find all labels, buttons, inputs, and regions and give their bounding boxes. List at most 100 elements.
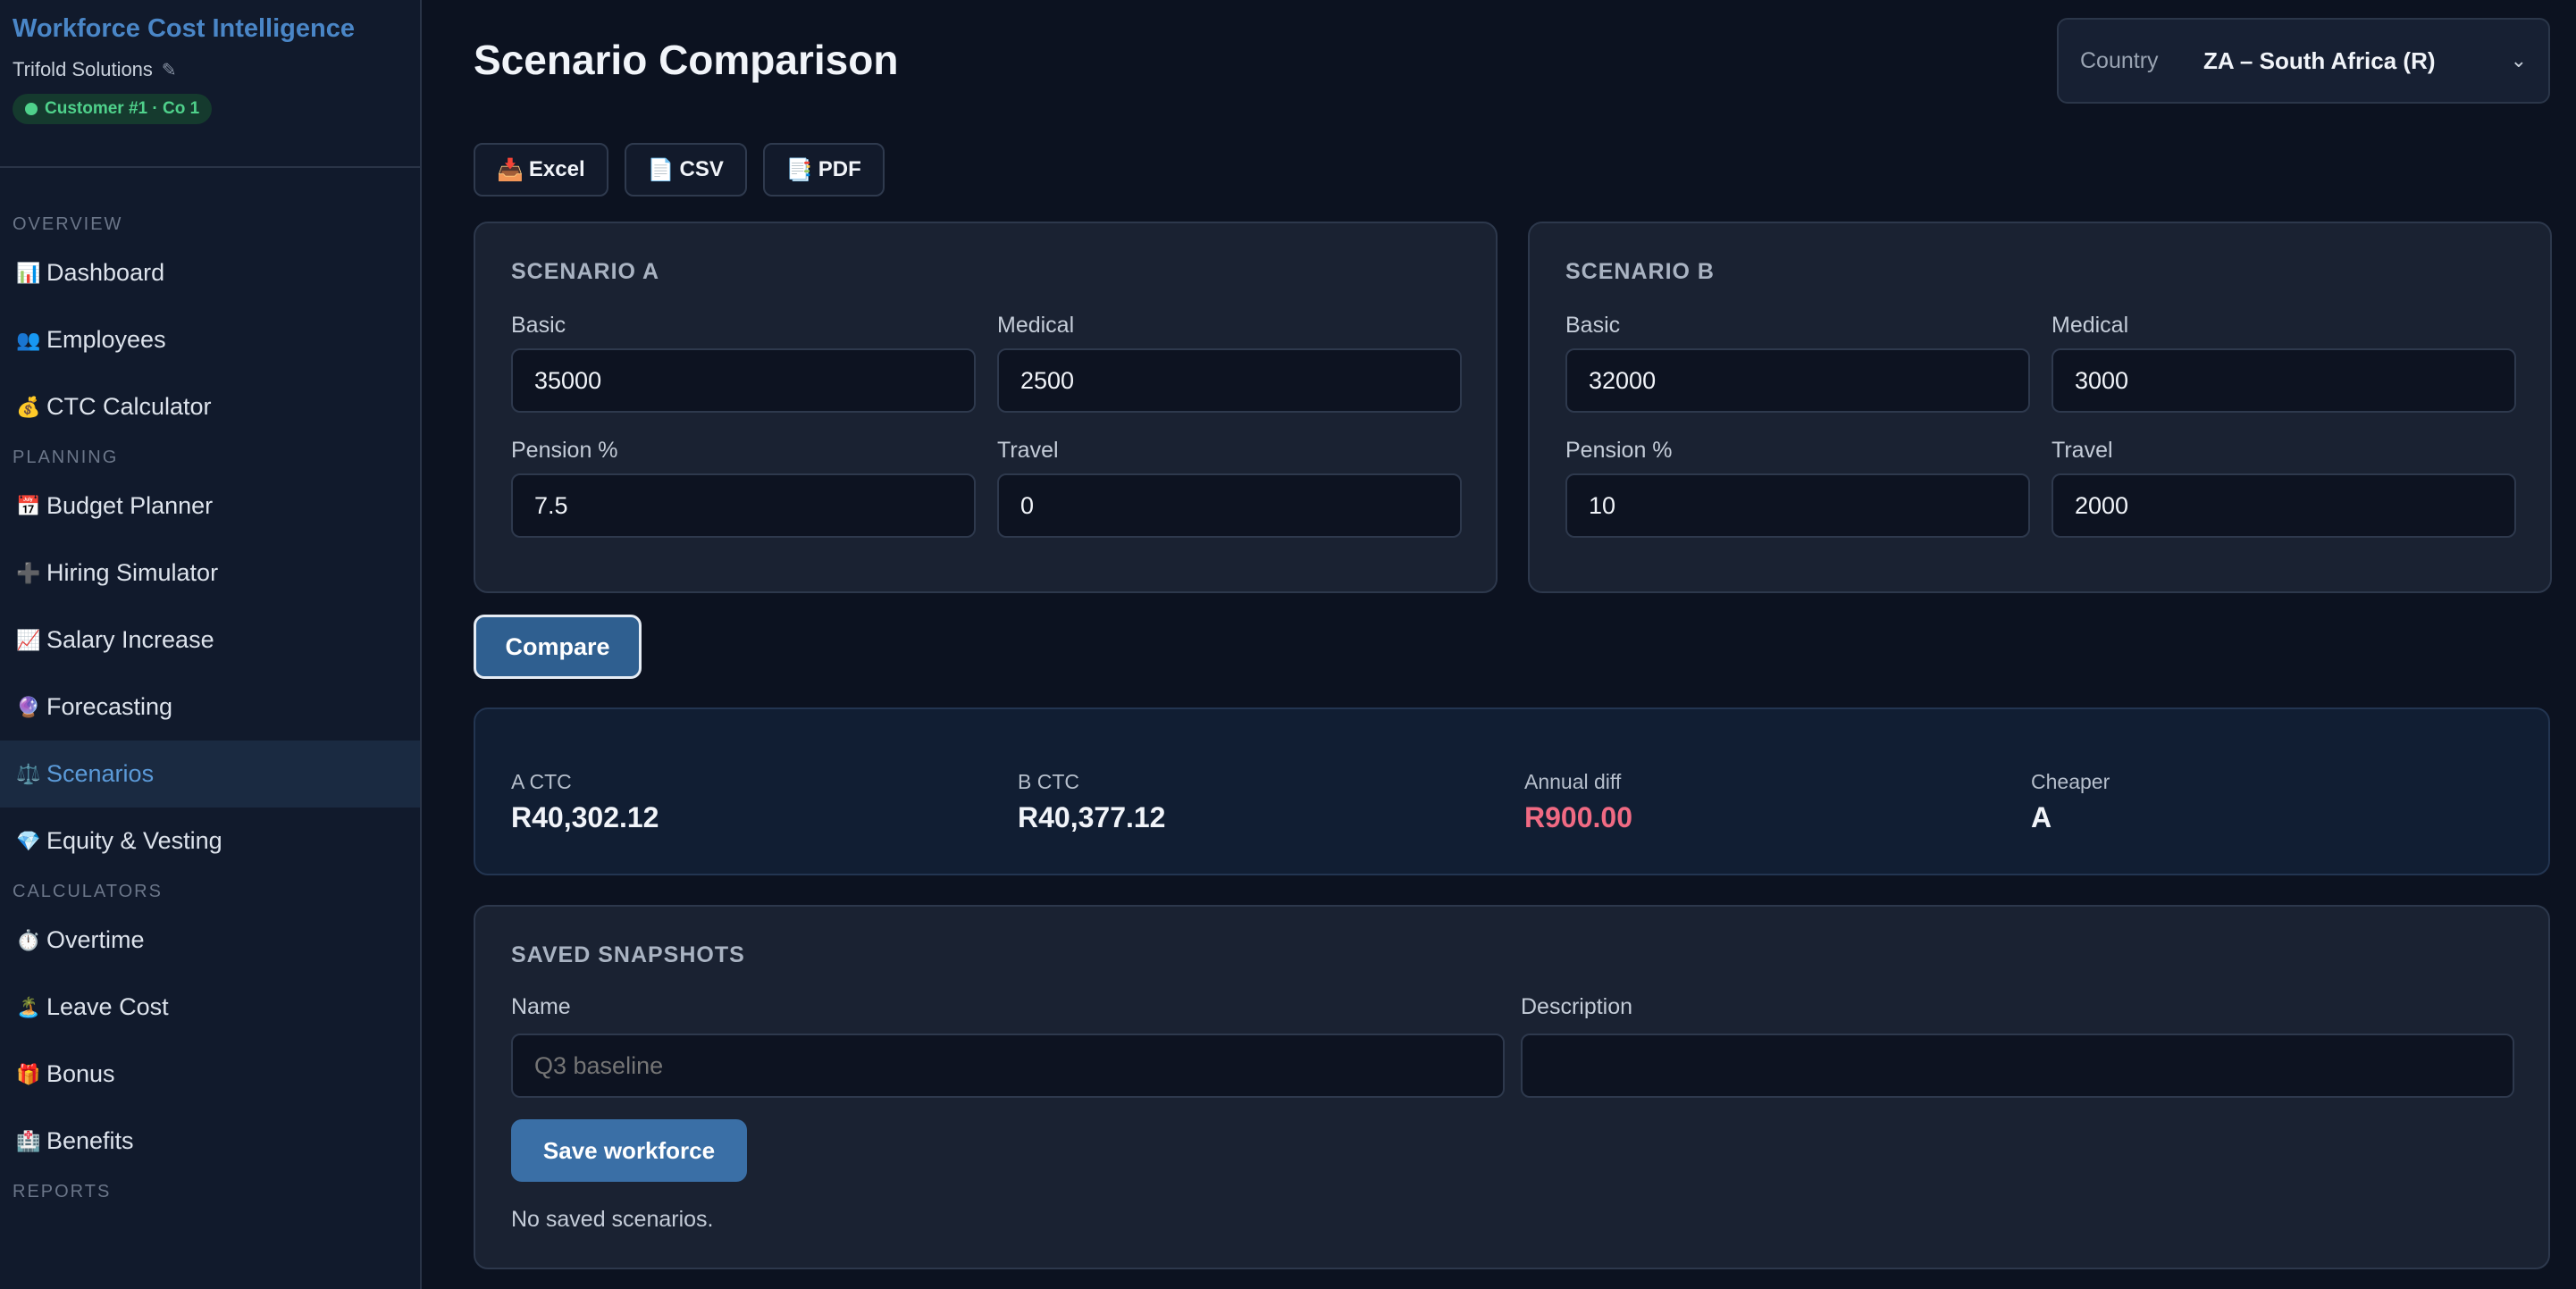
- plus-icon: ➕: [16, 562, 41, 584]
- app-title[interactable]: Workforce Cost Intelligence: [13, 14, 407, 44]
- sidebar-item-label: Forecasting: [46, 693, 173, 720]
- trend-up-icon: 📈: [16, 629, 41, 651]
- annual-diff-value: R900.00: [1524, 801, 1632, 833]
- main-content: Scenario Comparison Country ZA – South A…: [422, 0, 2576, 1289]
- a-ctc-value: R40,302.12: [511, 801, 659, 833]
- document-icon: 📄: [647, 157, 675, 182]
- status-dot-icon: [25, 103, 38, 115]
- compare-button[interactable]: Compare: [474, 615, 642, 679]
- result-b-ctc: B CTC R40,377.12: [1018, 770, 1165, 834]
- sidebar-item-employees[interactable]: 👥 Employees: [0, 306, 420, 373]
- nav-section-overview: OVERVIEW: [13, 214, 123, 234]
- sidebar-item-budget-planner[interactable]: 📅 Budget Planner: [0, 473, 420, 540]
- b-ctc-label: B CTC: [1018, 770, 1079, 793]
- scenario-b-medical-input[interactable]: 3000: [2052, 348, 2516, 413]
- company-label: Trifold Solutions: [13, 58, 153, 80]
- sidebar-item-scenarios[interactable]: ⚖️ Scenarios: [0, 741, 420, 808]
- pages-icon: 📑: [785, 157, 813, 182]
- scenario-b-travel-label: Travel: [2052, 438, 2113, 463]
- snapshot-description-input[interactable]: [1521, 1034, 2514, 1098]
- hospital-icon: 🏥: [16, 1130, 41, 1152]
- sidebar-item-dashboard[interactable]: 📊 Dashboard: [0, 239, 420, 306]
- scenario-a-pension-input[interactable]: 7.5: [511, 473, 976, 538]
- sidebar-nav: OVERVIEW 📊 Dashboard 👥 Employees 💰 CTC C…: [0, 168, 420, 1207]
- scenario-a-title: SCENARIO A: [511, 259, 660, 284]
- sidebar-item-label: Scenarios: [46, 760, 155, 787]
- stopwatch-icon: ⏱️: [16, 929, 41, 951]
- scenario-b-pension-label: Pension %: [1565, 438, 1673, 463]
- scenario-a-travel-label: Travel: [997, 438, 1059, 463]
- company-name: Trifold Solutions ✎: [13, 58, 407, 81]
- snapshot-description-label: Description: [1521, 994, 1633, 1019]
- scenario-b-card: SCENARIO B Basic 32000 Medical 3000 Pens…: [1528, 222, 2552, 593]
- sidebar-item-label: Equity & Vesting: [46, 827, 222, 854]
- sidebar-item-leave-cost[interactable]: 🏝️ Leave Cost: [0, 974, 420, 1041]
- crystal-ball-icon: 🔮: [16, 696, 41, 718]
- result-cheaper: Cheaper A: [2031, 770, 2110, 834]
- result-a-ctc: A CTC R40,302.12: [511, 770, 659, 834]
- gem-icon: 💎: [16, 830, 41, 852]
- scenario-a-basic-label: Basic: [511, 313, 566, 338]
- export-toolbar: 📥 Excel 📄 CSV 📑 PDF: [474, 143, 885, 197]
- nav-section-reports: REPORTS: [13, 1182, 112, 1201]
- country-value: ZA – South Africa (R): [2203, 46, 2436, 74]
- sidebar: Workforce Cost Intelligence Trifold Solu…: [0, 0, 422, 1289]
- scenario-b-basic-input[interactable]: 32000: [1565, 348, 2030, 413]
- download-tray-icon: 📥: [497, 157, 524, 182]
- result-annual-diff: Annual diff R900.00: [1524, 770, 1632, 834]
- sidebar-item-equity-vesting[interactable]: 💎 Equity & Vesting: [0, 808, 420, 875]
- scenario-a-card: SCENARIO A Basic 35000 Medical 2500 Pens…: [474, 222, 1498, 593]
- save-workforce-button[interactable]: Save workforce: [511, 1119, 747, 1182]
- snapshot-name-input[interactable]: [511, 1034, 1505, 1098]
- customer-badge: Customer #1 · Co 1: [13, 94, 213, 124]
- sidebar-item-bonus[interactable]: 🎁 Bonus: [0, 1041, 420, 1108]
- scenario-a-travel-input[interactable]: 0: [997, 473, 1462, 538]
- scenario-a-pension-label: Pension %: [511, 438, 618, 463]
- nav-section-calculators: CALCULATORS: [13, 882, 163, 901]
- scenario-a-medical-label: Medical: [997, 313, 1075, 338]
- sidebar-item-label: Overtime: [46, 926, 145, 953]
- sidebar-item-label: Employees: [46, 326, 166, 353]
- b-ctc-value: R40,377.12: [1018, 801, 1166, 833]
- calendar-icon: 📅: [16, 495, 41, 517]
- sidebar-item-ctc-calculator[interactable]: 💰 CTC Calculator: [0, 373, 420, 440]
- pencil-icon[interactable]: ✎: [162, 59, 177, 81]
- export-csv-button[interactable]: 📄 CSV: [624, 143, 747, 197]
- balance-scale-icon: ⚖️: [16, 763, 41, 785]
- gift-icon: 🎁: [16, 1063, 41, 1085]
- scenario-b-travel-input[interactable]: 2000: [2052, 473, 2516, 538]
- scenario-b-medical-label: Medical: [2052, 313, 2129, 338]
- sidebar-item-label: CTC Calculator: [46, 393, 212, 420]
- sidebar-item-salary-increase[interactable]: 📈 Salary Increase: [0, 607, 420, 674]
- sidebar-item-benefits[interactable]: 🏥 Benefits: [0, 1108, 420, 1175]
- sidebar-item-forecasting[interactable]: 🔮 Forecasting: [0, 674, 420, 741]
- sidebar-item-hiring-simulator[interactable]: ➕ Hiring Simulator: [0, 540, 420, 607]
- export-excel-label: Excel: [528, 157, 585, 181]
- country-label: Country: [2080, 47, 2159, 73]
- sidebar-item-label: Benefits: [46, 1127, 134, 1154]
- nav-section-planning: PLANNING: [13, 448, 119, 467]
- country-select[interactable]: Country ZA – South Africa (R) ⌄: [2057, 18, 2550, 104]
- export-csv-label: CSV: [679, 157, 724, 181]
- people-icon: 👥: [16, 329, 41, 351]
- sidebar-item-label: Leave Cost: [46, 993, 169, 1020]
- cheaper-value: A: [2031, 801, 2052, 833]
- bar-chart-icon: 📊: [16, 262, 41, 284]
- sidebar-item-label: Dashboard: [46, 259, 165, 286]
- chevron-down-icon: ⌄: [2510, 49, 2527, 71]
- scenario-b-pension-input[interactable]: 10: [1565, 473, 2030, 538]
- a-ctc-label: A CTC: [511, 770, 572, 793]
- sidebar-item-label: Budget Planner: [46, 492, 214, 519]
- island-icon: 🏝️: [16, 996, 41, 1018]
- sidebar-item-label: Hiring Simulator: [46, 559, 219, 586]
- scenario-a-basic-input[interactable]: 35000: [511, 348, 976, 413]
- comparison-results: A CTC R40,302.12 B CTC R40,377.12 Annual…: [474, 707, 2550, 875]
- sidebar-item-overtime[interactable]: ⏱️ Overtime: [0, 907, 420, 974]
- saved-snapshots-card: SAVED SNAPSHOTS Name Description Save wo…: [474, 905, 2550, 1269]
- export-excel-button[interactable]: 📥 Excel: [474, 143, 608, 197]
- scenario-b-title: SCENARIO B: [1565, 259, 1715, 284]
- export-pdf-button[interactable]: 📑 PDF: [762, 143, 885, 197]
- export-pdf-label: PDF: [818, 157, 861, 181]
- scenario-a-medical-input[interactable]: 2500: [997, 348, 1462, 413]
- empty-snapshots-text: No saved scenarios.: [511, 1207, 714, 1232]
